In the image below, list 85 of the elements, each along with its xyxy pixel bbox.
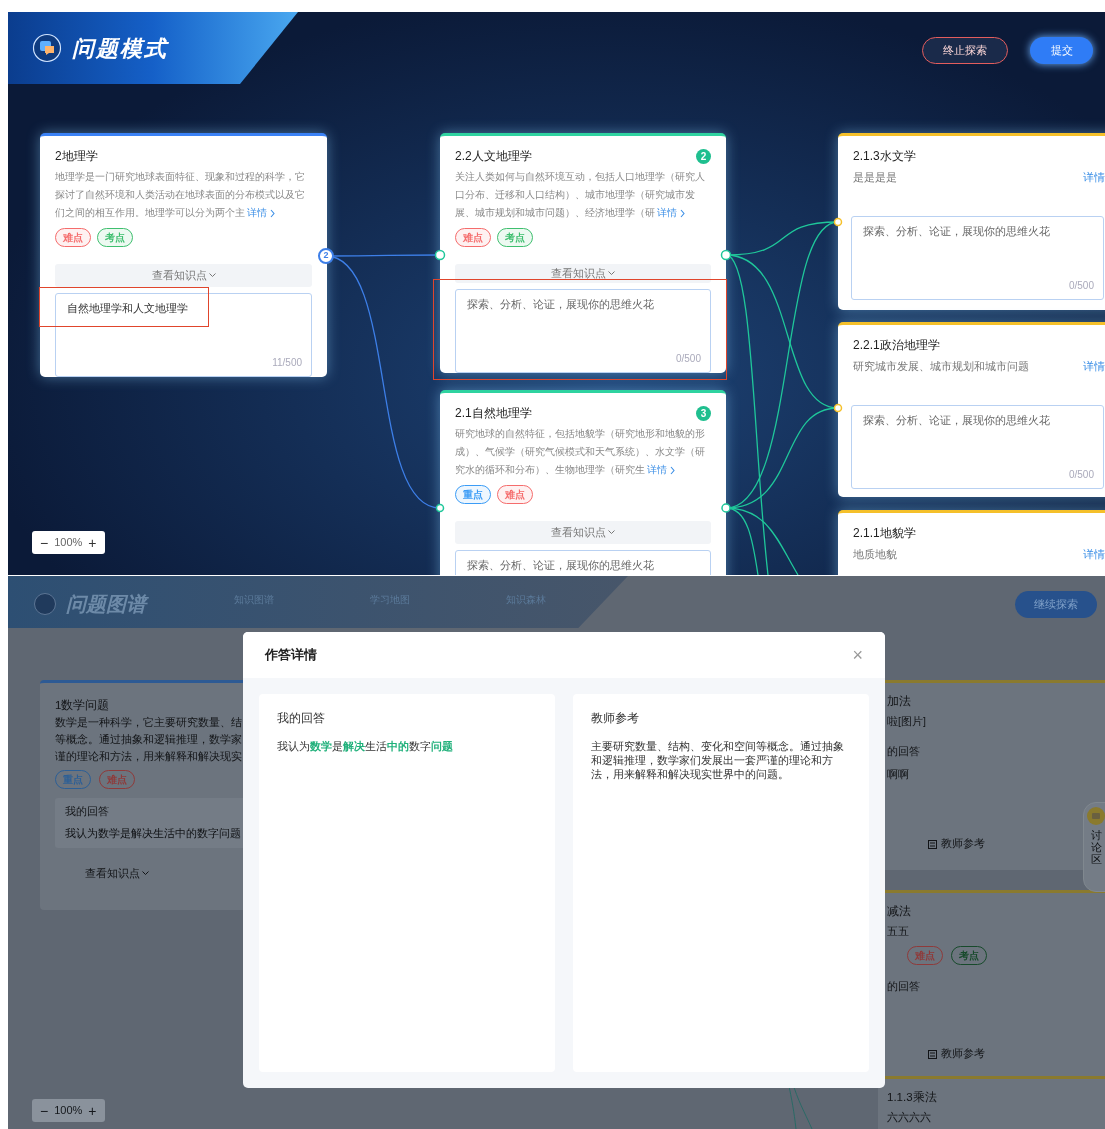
node-description: 研究地球的自然特征，包括地貌学（研究地形和地貌的形成）、气候学（研究气候模式和天气系统）、水文学（研究水的循环和分布）、生物地理学（研究生 详情	[455, 427, 706, 477]
node-title: 2.1.1地貌学	[853, 525, 916, 542]
node-title: 1.1.3乘法	[887, 1090, 937, 1105]
count-badge: 3	[696, 405, 711, 421]
node-title: 2.2.1政治地理学	[853, 337, 940, 354]
answer-field[interactable]: 探索、分析、论证，展现你的思维火花	[455, 550, 711, 575]
node-title: 2.1自然地理学	[455, 405, 532, 422]
chevron-right-icon	[679, 208, 686, 218]
tag-label: 难点	[455, 228, 491, 247]
answer-field[interactable]: 探索、分析、论证，展现你的思维火花 0/500	[455, 289, 711, 373]
node-title: 加法	[887, 694, 911, 709]
question-chat-icon	[32, 33, 62, 63]
knowledge-button[interactable]: 查看知识点	[455, 264, 711, 283]
tag-label: 重点	[455, 485, 491, 504]
answer-label: 的回答	[887, 979, 920, 994]
node-description: 啦[图片]	[887, 714, 926, 730]
char-counter: 0/500	[1068, 278, 1094, 293]
node-title: 2.1.3水文学	[853, 148, 916, 165]
node-description: 谨的理论和方法，用来解释和解决现实	[55, 749, 242, 765]
tag-label: 难点	[55, 228, 91, 247]
close-button[interactable]: ×	[852, 646, 863, 664]
answer-text: 啊啊	[887, 766, 909, 782]
char-counter: 0/500	[1068, 467, 1094, 482]
chevron-down-icon	[208, 271, 216, 280]
node-title: 减法	[887, 904, 911, 919]
reference-text: 主要研究数量、结构、变化和空间等概念。通过抽象和逻辑推理，数学家们发展出一套严谨的理论和方法，用来解释和解决现实世界中的问题。	[591, 739, 845, 782]
node-title: 2地理学	[55, 148, 98, 165]
tag-label: 考点	[97, 228, 133, 247]
continue-button[interactable]: 继续探索	[1015, 591, 1097, 618]
tag-label: 难点	[497, 485, 533, 504]
modal-title: 作答详情	[265, 646, 317, 665]
detail-link[interactable]: 详情	[247, 207, 276, 218]
chevron-down-icon	[608, 269, 615, 278]
teacher-reference-button[interactable]: 教师参考	[928, 1046, 985, 1062]
knowledge-button[interactable]: 查看知识点	[455, 521, 711, 544]
panel-title: 教师参考	[591, 711, 640, 726]
answer-field[interactable]: 自然地理学和人文地理学 11/500	[55, 293, 312, 377]
knowledge-button[interactable]: 查看知识点	[55, 264, 312, 287]
chat-icon	[1087, 807, 1105, 825]
submit-button[interactable]: 提交	[1030, 37, 1093, 64]
node-description: 五五	[887, 924, 909, 940]
node-description: 六六六六	[887, 1110, 931, 1126]
zoom-out-button[interactable]: −	[40, 1103, 49, 1118]
tag-label: 考点	[497, 228, 533, 247]
chevron-down-icon	[608, 528, 615, 537]
char-counter: 0/500	[675, 352, 701, 366]
node-description: 数学是一种科学，它主要研究数量、结	[55, 715, 242, 731]
detail-link[interactable]: 详情	[1083, 359, 1105, 375]
chevron-down-icon	[142, 868, 149, 878]
detail-link[interactable]: 详情	[1083, 547, 1105, 563]
zoom-out-button[interactable]: −	[40, 535, 49, 550]
zoom-value: 100%	[54, 535, 83, 551]
detail-link[interactable]: 详情	[1083, 170, 1105, 186]
list-icon	[928, 1049, 937, 1059]
answer-field[interactable]: 探索、分析、论证，展现你的思维火花 0/500	[851, 404, 1104, 489]
node-description: 地理学是一门研究地球表面特征、现象和过程的科学，它探讨了自然环境和人类活动在地球表面的分布模式以及它们之间的相互作用。地理学可以分为两个主 详情	[55, 170, 306, 220]
answer-label: 的回答	[887, 744, 920, 759]
node-description: 地质地貌	[853, 547, 897, 562]
char-counter: 11/500	[272, 356, 302, 370]
count-badge: 2	[318, 248, 334, 264]
zoom-value: 100%	[54, 1103, 83, 1119]
chevron-right-icon	[669, 465, 676, 475]
stop-button[interactable]: 终止探索	[922, 37, 1008, 64]
node-title: 2.2人文地理学	[455, 148, 532, 165]
answer-text: 我认为数学是解决生活中的数字问题	[65, 826, 241, 841]
knowledge-button[interactable]: 查看知识点	[85, 865, 149, 882]
teacher-reference-button[interactable]: 教师参考	[928, 836, 985, 852]
page-title: 问题模式	[72, 34, 168, 63]
answer-label: 我的回答	[65, 804, 109, 820]
chevron-right-icon	[269, 208, 276, 218]
panel-title: 我的回答	[277, 711, 326, 726]
zoom-in-button[interactable]: +	[88, 535, 97, 550]
detail-link[interactable]: 详情	[657, 207, 686, 218]
node-description: 等概念。通过抽象和逻辑推理，数学家	[55, 732, 242, 748]
node-title: 1数学问题	[55, 698, 110, 713]
zoom-in-button[interactable]: +	[88, 1103, 97, 1118]
node-description: 是是是是	[853, 170, 897, 185]
answer-text: 我认为数学是解决生活中的数字问题	[277, 739, 453, 755]
answer-field[interactable]: 探索、分析、论证，展现你的思维火花 0/500	[851, 215, 1104, 300]
detail-link[interactable]: 详情	[647, 464, 676, 475]
node-description: 关注人类如何与自然环境互动，包括人口地理学（研究人口分布、迁移和人口结构）、城市地理学（研究城市发展、城市规划和城市问题）、经济地理学（研 详情	[455, 170, 706, 220]
node-description: 研究城市发展、城市规划和城市问题	[853, 359, 1029, 374]
list-icon	[928, 839, 937, 849]
count-badge: 2	[696, 148, 711, 164]
discussion-tab[interactable]: 讨论区	[1083, 802, 1105, 892]
